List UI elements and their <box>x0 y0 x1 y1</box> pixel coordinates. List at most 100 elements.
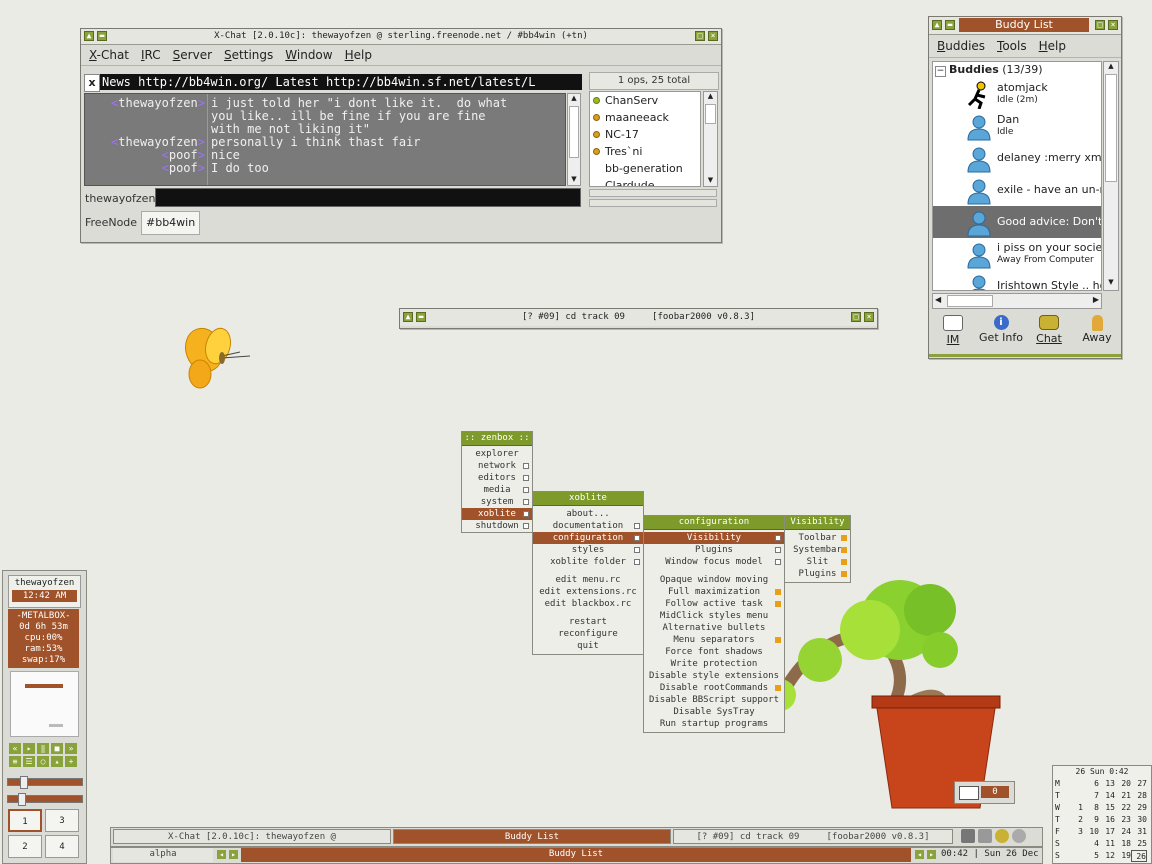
scroll-thumb[interactable] <box>1105 74 1117 182</box>
shade-icon[interactable]: ▲ <box>84 31 94 41</box>
userlist-button-row[interactable] <box>589 189 717 197</box>
buddy-vscrollbar[interactable]: ▲ ▼ <box>1103 61 1119 291</box>
tab-bb4win[interactable]: #bb4win <box>141 211 201 235</box>
menu-item-explorer[interactable]: explorer <box>462 448 532 460</box>
calendar-day[interactable]: 16 <box>1099 814 1115 826</box>
calendar-day[interactable]: 7 <box>1083 790 1099 802</box>
calendar-day[interactable]: 4 <box>1083 838 1099 850</box>
menu-item-follow-active-task[interactable]: Follow active task <box>644 598 784 610</box>
scroll-up-icon[interactable]: ▲ <box>704 92 717 102</box>
menu-item-run-startup-programs[interactable]: Run startup programs <box>644 718 784 730</box>
menu-item-edit-extensions-rc[interactable]: edit extensions.rc <box>533 586 643 598</box>
task-foobar[interactable]: [? #09] cd track 09 [foobar2000 v0.8.3] <box>673 829 953 844</box>
calendar-day[interactable]: 30 <box>1131 814 1147 826</box>
menu-item-configuration[interactable]: configuration <box>533 532 643 544</box>
menu-item-midclick-styles-menu[interactable]: MidClick styles menu <box>644 610 784 622</box>
buddy-item[interactable]: i piss on your society.Away From Compute… <box>933 238 1101 270</box>
speaker-icon[interactable] <box>1012 829 1026 843</box>
buddy-item[interactable]: exile - have an un-mer <box>933 174 1101 206</box>
menu-item-write-protection[interactable]: Write protection <box>644 658 784 670</box>
menu-help[interactable]: Help <box>1035 35 1070 57</box>
scroll-down-icon[interactable]: ▼ <box>568 175 580 185</box>
userlist-button-row[interactable] <box>589 199 717 207</box>
menu-item-visibility[interactable]: Visibility <box>644 532 784 544</box>
buddy-titlebar[interactable]: ▲ ▬ Buddy List □ × <box>929 17 1121 35</box>
im-button[interactable]: IM <box>933 313 973 346</box>
scroll-thumb[interactable] <box>947 295 993 307</box>
maximize-icon[interactable]: □ <box>695 31 705 41</box>
calendar-day[interactable]: 3 <box>1067 826 1083 838</box>
buddy-item[interactable]: Irishtown Style .. home <box>933 270 1101 290</box>
menu-item-about[interactable]: about... <box>533 508 643 520</box>
menu-item-disable-rootcommands[interactable]: Disable rootCommands <box>644 682 784 694</box>
shade-icon[interactable]: ▲ <box>403 312 413 322</box>
calendar-day[interactable]: 9 <box>1083 814 1099 826</box>
workspace-1[interactable]: 1 <box>8 809 42 832</box>
menu-item-full-maximization[interactable]: Full maximization <box>644 586 784 598</box>
buddy-item[interactable]: Dan Idle <box>933 110 1101 142</box>
foobar-titlebar[interactable]: ▲ ▬ [? #09] cd track 09 [foobar2000 v0.8… <box>400 309 877 326</box>
window-next-icon[interactable]: ▸ <box>927 850 936 859</box>
close-icon[interactable]: × <box>864 312 874 322</box>
slider-thumb[interactable] <box>20 776 28 789</box>
user-list[interactable]: ChanServ maaneeack NC-17 Tres`ni bb-generati… <box>589 91 701 187</box>
menu-buddies[interactable]: Buddies <box>933 35 989 57</box>
buddy-hscrollbar[interactable]: ◀ ▶ <box>932 293 1102 309</box>
shield-icon[interactable] <box>978 829 992 843</box>
tab-freenode[interactable]: FreeNode <box>85 214 137 232</box>
chat-nick[interactable]: <thewayofzen> <box>111 97 205 110</box>
chat-text-area[interactable]: <thewayofzen> i just told her "i dont lik… <box>84 93 566 186</box>
calendar-day[interactable]: 6 <box>1083 778 1099 790</box>
menu-item-plugins[interactable]: Plugins <box>785 568 850 580</box>
calendar-day[interactable]: 28 <box>1131 790 1147 802</box>
mail-notifier[interactable]: 0 <box>954 781 1015 804</box>
task-buddy-list[interactable]: Buddy List <box>393 829 671 844</box>
minimize-icon[interactable]: ▬ <box>945 20 955 30</box>
buddy-item[interactable]: atomjack Idle (2m) <box>933 78 1101 110</box>
menu-item-alternative-bullets[interactable]: Alternative bullets <box>644 622 784 634</box>
calendar-day[interactable]: 12 <box>1099 850 1115 862</box>
close-tab-button[interactable]: x <box>84 74 100 92</box>
buddy-item[interactable]: Good advice: Don't sw <box>933 206 1101 238</box>
workspace-2[interactable]: 2 <box>8 835 42 858</box>
input-nick[interactable]: thewayofzen <box>85 192 155 205</box>
calendar-day[interactable]: 2 <box>1067 814 1083 826</box>
scroll-thumb[interactable] <box>569 106 579 158</box>
get-info-button[interactable]: i Get Info <box>977 313 1025 344</box>
menu-item-styles[interactable]: styles <box>533 544 643 556</box>
calendar-day[interactable]: 19 <box>1115 850 1131 862</box>
chat-button[interactable]: Chat <box>1029 313 1069 345</box>
calendar-day[interactable]: 20 <box>1115 778 1131 790</box>
scroll-down-icon[interactable]: ▼ <box>704 176 717 186</box>
repeat-icon[interactable]: ○ <box>37 756 49 767</box>
calendar-day[interactable]: 14 <box>1099 790 1115 802</box>
user-list-item[interactable]: Tres`ni <box>590 143 700 160</box>
workspace-4[interactable]: 4 <box>45 835 79 858</box>
scroll-up-icon[interactable]: ▲ <box>568 94 580 104</box>
calendar-day[interactable]: 26 <box>1131 850 1147 862</box>
pause-icon[interactable]: ‖ <box>37 743 49 754</box>
menu-help[interactable]: Help <box>341 45 376 65</box>
user-list-item[interactable]: NC-17 <box>590 126 700 143</box>
menu-item-system[interactable]: system <box>462 496 532 508</box>
menu-item-disable-style-extensions[interactable]: Disable style extensions <box>644 670 784 682</box>
workspace-3[interactable]: 3 <box>45 809 79 832</box>
calendar-day[interactable]: 27 <box>1131 778 1147 790</box>
userlist-scrollbar[interactable]: ▲ ▼ <box>703 91 718 187</box>
menu-item-menu-separators[interactable]: Menu separators <box>644 634 784 646</box>
buddy-tray-icon[interactable] <box>995 829 1009 843</box>
calendar-day[interactable]: 22 <box>1115 802 1131 814</box>
workspace-next-icon[interactable]: ▸ <box>229 850 238 859</box>
user-list-item[interactable]: Clardude <box>590 177 700 186</box>
calendar-day[interactable]: 13 <box>1099 778 1115 790</box>
menu-item-window-focus-model[interactable]: Window focus model <box>644 556 784 568</box>
menu-item-xoblite[interactable]: xoblite <box>462 508 532 520</box>
eject-icon[interactable]: ▴ <box>51 756 63 767</box>
menu-item-slit[interactable]: Slit <box>785 556 850 568</box>
calendar-day[interactable]: 29 <box>1131 802 1147 814</box>
minimize-icon[interactable]: ▬ <box>416 312 426 322</box>
scroll-up-icon[interactable]: ▲ <box>1104 62 1118 74</box>
calendar-day[interactable]: 18 <box>1115 838 1131 850</box>
shuffle-icon[interactable]: ≡ <box>9 756 21 767</box>
stop-icon[interactable]: ■ <box>51 743 63 754</box>
